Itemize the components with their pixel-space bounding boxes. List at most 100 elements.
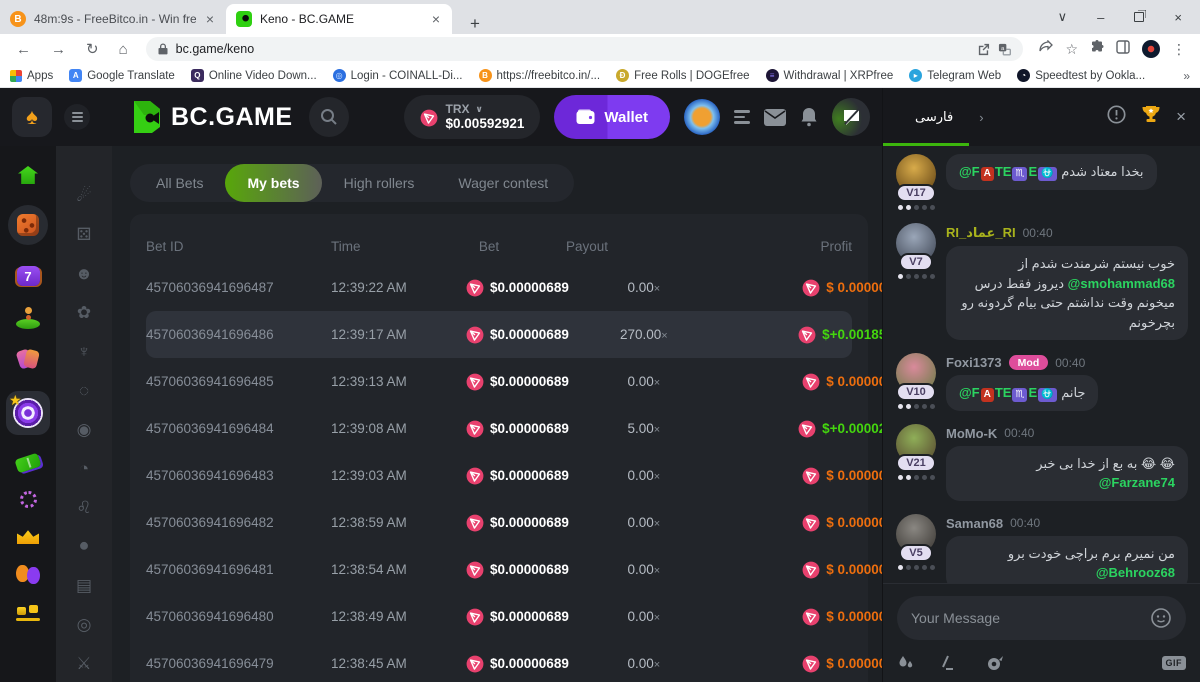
mention[interactable]: @Behrooz68 bbox=[1096, 565, 1175, 580]
username[interactable]: RI_عماد_RI bbox=[946, 225, 1016, 241]
mention[interactable]: @FATE♏E⛎ bbox=[959, 385, 1058, 400]
mention[interactable]: @Farzane74 bbox=[1099, 475, 1175, 490]
bets-tab-my-bets[interactable]: My bets bbox=[225, 164, 321, 202]
bookmark-star-icon[interactable]: ☆ bbox=[1065, 41, 1078, 58]
comet-icon[interactable]: ☄ bbox=[76, 186, 91, 205]
sidebar-item-crown[interactable] bbox=[17, 529, 39, 544]
home-icon[interactable]: ⌂ bbox=[111, 41, 136, 58]
emoji-icon[interactable] bbox=[1150, 607, 1172, 629]
window-minimize-icon[interactable]: – bbox=[1097, 10, 1104, 25]
watch-icon[interactable]: ◎ bbox=[77, 615, 92, 634]
chat-toggle-button[interactable] bbox=[832, 98, 870, 136]
sidebar-item-player[interactable] bbox=[16, 307, 40, 329]
bookmark-item[interactable]: ≡ Withdrawal | XRPfree bbox=[766, 69, 894, 82]
profile-avatar[interactable] bbox=[1142, 40, 1160, 58]
sidebar-item-masks[interactable] bbox=[16, 565, 40, 584]
sidebar-item-slots[interactable]: 7 bbox=[17, 266, 40, 286]
forward-icon[interactable]: → bbox=[43, 41, 74, 58]
tab-close-icon[interactable]: × bbox=[430, 11, 442, 27]
sword-icon[interactable]: ⚔ bbox=[76, 654, 91, 673]
casino-spade-button[interactable]: ♠ bbox=[12, 97, 52, 137]
messages-envelope-icon[interactable] bbox=[764, 109, 786, 126]
sidebar-item-ticket[interactable] bbox=[16, 456, 40, 470]
bookmark-item[interactable]: ◔ Speedtest by Ookla... bbox=[1017, 69, 1145, 82]
search-button[interactable] bbox=[309, 97, 349, 137]
browser-tab-freebitco[interactable]: B 48m:9s - FreeBitco.in - Win free b × bbox=[0, 4, 226, 34]
table-row[interactable]: 45706036941696487 12:39:22 AM $0.0000068… bbox=[146, 264, 852, 311]
translate-icon[interactable]: a bbox=[998, 43, 1011, 56]
username[interactable]: Saman68 bbox=[946, 516, 1003, 531]
bets-tab-wager-contest[interactable]: Wager contest bbox=[436, 164, 570, 202]
share-icon[interactable] bbox=[1039, 40, 1053, 58]
mention[interactable]: @FATE♏E⛎ bbox=[959, 164, 1058, 179]
more-menu-icon[interactable]: ⋮ bbox=[1172, 41, 1186, 58]
tab-close-icon[interactable]: × bbox=[204, 11, 216, 27]
egg-icon[interactable]: ◉ bbox=[77, 420, 92, 439]
rain-icon[interactable] bbox=[897, 654, 915, 672]
table-row[interactable]: 45706036941696486 12:39:17 AM $0.0000068… bbox=[146, 311, 852, 358]
bets-tab-high-rollers[interactable]: High rollers bbox=[322, 164, 437, 202]
chat-message-input[interactable] bbox=[911, 610, 1142, 626]
window-close-icon[interactable]: × bbox=[1174, 10, 1182, 25]
trophy-icon[interactable] bbox=[1141, 105, 1161, 129]
chat-input-wrap[interactable] bbox=[897, 596, 1186, 640]
bookmark-item[interactable]: ▸ Telegram Web bbox=[909, 69, 1001, 82]
currency-selector[interactable]: TRX∨ $0.00592921 bbox=[404, 95, 541, 139]
bookmark-item[interactable]: Apps bbox=[10, 70, 53, 82]
bookmark-item[interactable]: Ð Free Rolls | DOGEfree bbox=[616, 69, 749, 82]
open-in-new-icon[interactable] bbox=[977, 43, 990, 56]
table-row[interactable]: 45706036941696480 12:38:49 AM $0.0000068… bbox=[146, 593, 852, 640]
chat-close-icon[interactable]: × bbox=[1176, 107, 1186, 127]
sidebar-item-tags[interactable] bbox=[16, 350, 40, 370]
browser-tab-keno[interactable]: Keno - BC.GAME × bbox=[226, 4, 452, 34]
coin-drop-icon[interactable] bbox=[985, 655, 1004, 672]
gif-button[interactable]: GIF bbox=[1162, 656, 1187, 670]
table-row[interactable]: 45706036941696481 12:38:54 AM $0.0000068… bbox=[146, 546, 852, 593]
cookies-icon[interactable]: ◔ bbox=[79, 459, 89, 478]
bomb-icon[interactable]: ⚫ bbox=[77, 537, 91, 556]
extensions-icon[interactable] bbox=[1090, 40, 1104, 59]
bcgame-logo[interactable]: BC.GAME bbox=[128, 99, 293, 135]
back-icon[interactable]: ← bbox=[8, 41, 39, 58]
table-row[interactable]: 45706036941696482 12:38:59 AM $0.0000068… bbox=[146, 499, 852, 546]
joystick-icon[interactable]: ♆ bbox=[78, 342, 91, 361]
sidebar-item-keno-target[interactable]: ★ bbox=[6, 391, 50, 435]
reload-icon[interactable]: ↻ bbox=[78, 40, 107, 58]
window-chevron-icon[interactable]: ∨ bbox=[1058, 9, 1068, 25]
dice-icon[interactable]: ⚄ bbox=[77, 225, 92, 244]
table-row[interactable]: 45706036941696484 12:39:08 AM $0.0000068… bbox=[146, 405, 852, 452]
bets-tab-all-bets[interactable]: All Bets bbox=[134, 164, 225, 202]
gorilla-icon[interactable]: ☻ bbox=[75, 264, 93, 283]
bookmark-item[interactable]: A Google Translate bbox=[69, 69, 175, 82]
username[interactable]: Foxi1373 bbox=[946, 355, 1002, 370]
cards-icon[interactable]: ▤ bbox=[76, 576, 92, 595]
profile-menu-icon[interactable] bbox=[734, 110, 750, 124]
notifications-bell-icon[interactable] bbox=[800, 107, 818, 127]
bookmarks-overflow-icon[interactable]: » bbox=[1183, 69, 1190, 83]
table-row[interactable]: 45706036941696485 12:39:13 AM $0.0000068… bbox=[146, 358, 852, 405]
bookmark-item[interactable]: ◎ Login - COINALL-Di... bbox=[333, 69, 463, 82]
slash-command-icon[interactable] bbox=[941, 655, 959, 671]
window-restore-icon[interactable] bbox=[1134, 12, 1144, 22]
fruit-icon[interactable]: ✿ bbox=[77, 303, 91, 322]
mention[interactable]: @smohammad68 bbox=[1068, 276, 1175, 291]
user-avatar[interactable] bbox=[684, 99, 720, 135]
sidebar-item-dice[interactable]: › bbox=[8, 205, 48, 245]
username[interactable]: MoMo-K bbox=[946, 426, 997, 441]
lion-icon[interactable]: ♌ bbox=[76, 498, 91, 517]
chevron-right-icon[interactable]: › bbox=[979, 110, 983, 125]
menu-burger-icon[interactable] bbox=[64, 104, 90, 130]
table-row[interactable]: 45706036941696483 12:39:03 AM $0.0000068… bbox=[146, 452, 852, 499]
url-text[interactable]: bc.game/keno bbox=[176, 42, 970, 56]
bookmark-item[interactable]: B https://freebitco.in/... bbox=[479, 69, 601, 82]
new-tab-button[interactable]: + bbox=[464, 14, 486, 34]
dashed-circle-icon[interactable]: ◌ bbox=[79, 381, 89, 400]
table-row[interactable]: 45706036941696479 12:38:45 AM $0.0000068… bbox=[146, 640, 852, 682]
sidebar-item-dotted-ring[interactable] bbox=[20, 491, 37, 508]
wallet-button[interactable]: Wallet bbox=[554, 95, 670, 139]
sidebar-item-coins[interactable] bbox=[16, 605, 40, 621]
chat-rules-icon[interactable] bbox=[1107, 105, 1126, 129]
sidebar-item-home[interactable] bbox=[18, 166, 38, 184]
address-bar[interactable]: bc.game/keno a bbox=[146, 37, 1024, 61]
chat-language-tab[interactable]: فارسی bbox=[915, 109, 953, 125]
